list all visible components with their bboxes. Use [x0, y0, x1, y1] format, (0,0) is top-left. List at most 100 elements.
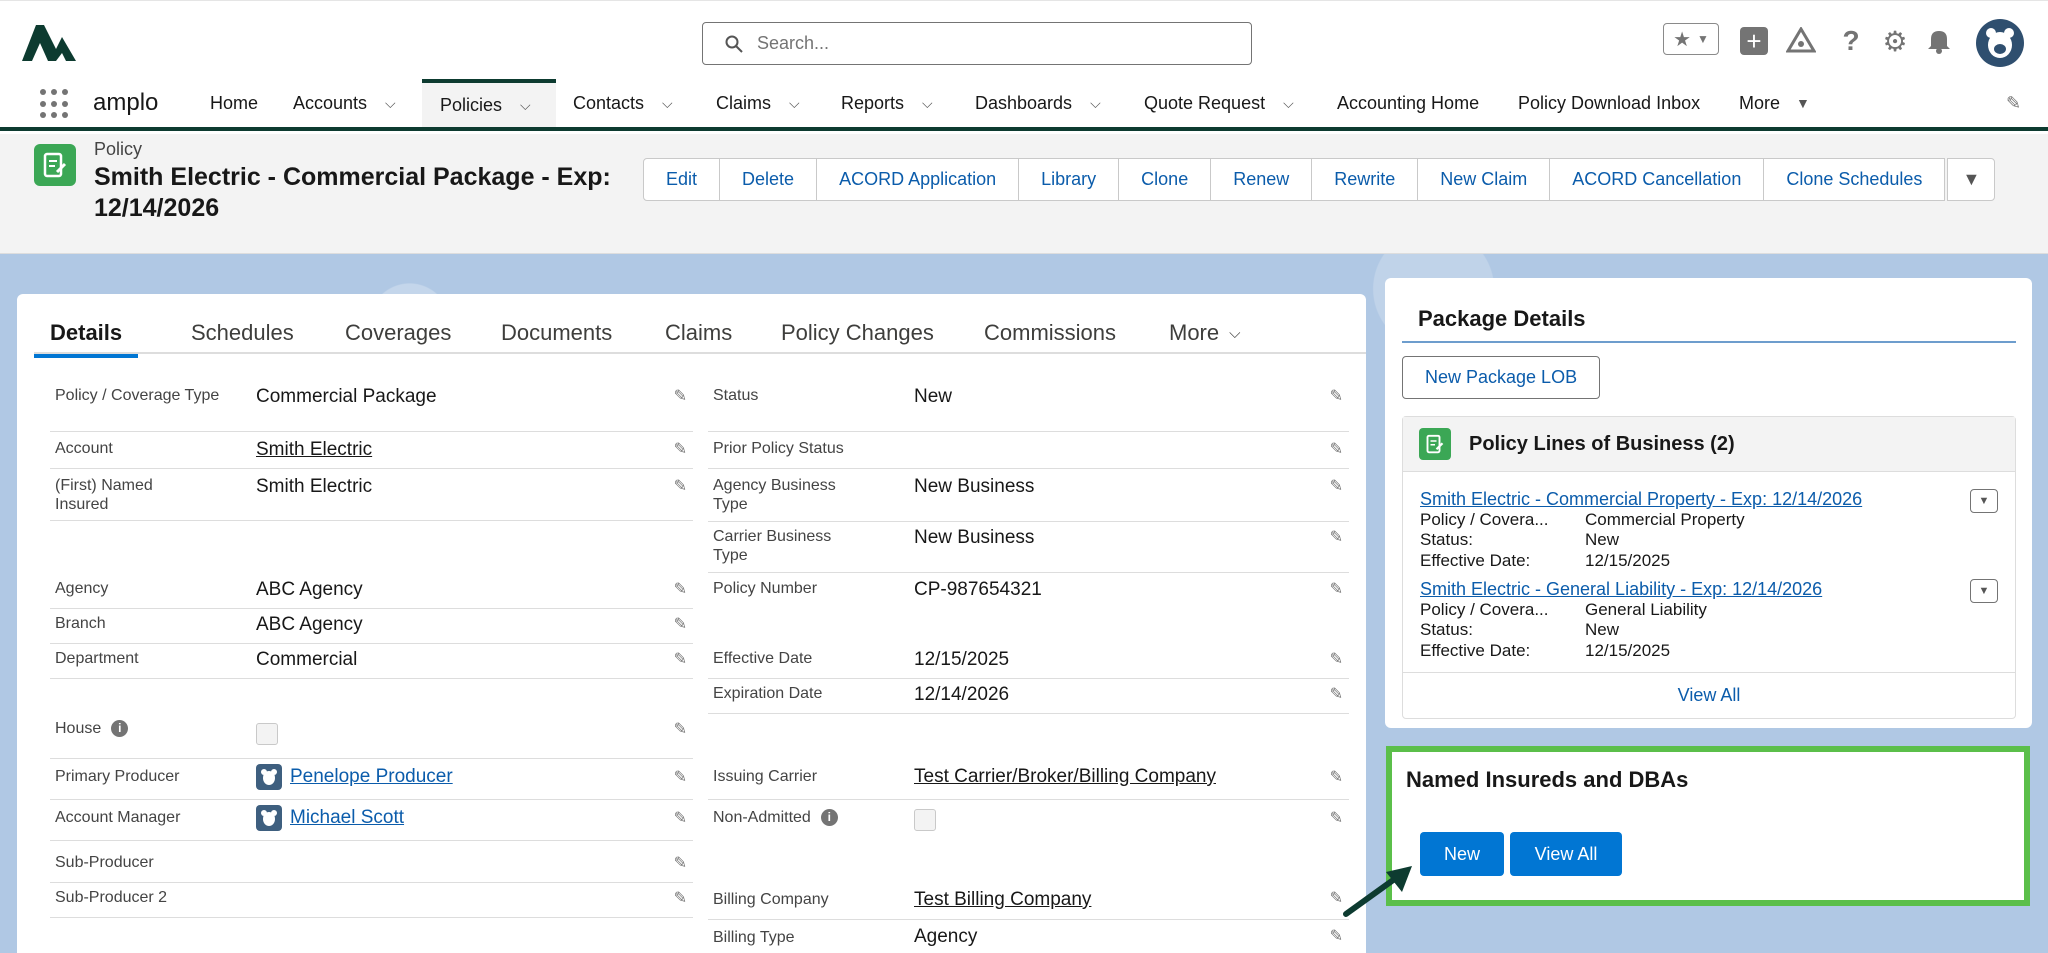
gear-icon[interactable]: ⚙: [1880, 25, 1910, 57]
acord-application-button[interactable]: ACORD Application: [817, 158, 1020, 201]
nav-item-dashboards[interactable]: Dashboards ⌵: [975, 79, 1101, 127]
nav-item-claims[interactable]: Claims ⌵: [716, 79, 800, 127]
nav-item-accounting-home[interactable]: Accounting Home: [1337, 79, 1479, 127]
trailhead-icon[interactable]: [1786, 25, 1816, 55]
edit-pencil-icon[interactable]: ✎: [1330, 579, 1343, 599]
library-button[interactable]: Library: [1019, 158, 1120, 201]
edit-pencil-icon[interactable]: ✎: [674, 386, 687, 406]
edit-pencil-icon[interactable]: ✎: [1330, 808, 1343, 828]
edit-pencil-icon[interactable]: ✎: [674, 476, 687, 496]
nav-item-policies[interactable]: Policies ⌵: [422, 79, 556, 127]
chevron-down-icon[interactable]: ⌵: [1283, 95, 1294, 112]
nav-item-accounts[interactable]: Accounts ⌵: [293, 79, 396, 127]
new-claim-button[interactable]: New Claim: [1418, 158, 1551, 201]
rewrite-button[interactable]: Rewrite: [1312, 158, 1419, 201]
chevron-down-icon[interactable]: ⌵: [520, 97, 531, 114]
edit-pencil-icon[interactable]: ✎: [674, 439, 687, 459]
lob-link[interactable]: Smith Electric - General Liability - Exp…: [1420, 579, 2000, 600]
clone-schedules-button[interactable]: Clone Schedules: [1764, 158, 1946, 201]
chevron-down-icon[interactable]: ⌵: [789, 95, 800, 112]
edit-pencil-icon[interactable]: ✎: [1330, 439, 1343, 459]
lob-link[interactable]: Smith Electric - Commercial Property - E…: [1420, 489, 2000, 510]
app-nav-bar: amplo Home Accounts ⌵ Policies ⌵ Contacts ⌵…: [0, 79, 2048, 131]
nav-item-policy-download-inbox[interactable]: Policy Download Inbox: [1518, 79, 1700, 127]
new-package-lob-button[interactable]: New Package LOB: [1402, 356, 1601, 399]
tab-documents[interactable]: Documents: [501, 312, 612, 354]
field-value: CP-987654321: [914, 579, 1042, 600]
chevron-down-icon[interactable]: ⌵: [662, 95, 673, 112]
info-icon[interactable]: i: [111, 720, 129, 738]
acord-cancellation-button[interactable]: ACORD Cancellation: [1550, 158, 1765, 201]
list-item: Smith Electric - General Liability - Exp…: [1420, 579, 2000, 661]
tab-commissions[interactable]: Commissions: [984, 312, 1116, 354]
delete-button[interactable]: Delete: [720, 158, 818, 201]
nav-item-more[interactable]: More ▼: [1739, 79, 1810, 127]
favorites-button[interactable]: ★ ▼: [1663, 23, 1719, 55]
non-admitted-checkbox[interactable]: [914, 809, 936, 831]
edit-pencil-icon[interactable]: ✎: [674, 579, 687, 599]
new-button[interactable]: New: [1420, 832, 1504, 876]
account-manager-link[interactable]: Michael Scott: [290, 807, 404, 828]
tab-claims[interactable]: Claims: [665, 312, 732, 354]
edit-pencil-icon[interactable]: ✎: [674, 888, 687, 908]
view-all-button[interactable]: View All: [1510, 832, 1622, 876]
global-search[interactable]: Search...: [702, 22, 1252, 65]
edit-pencil-icon[interactable]: ✎: [1330, 767, 1343, 787]
chevron-down-icon[interactable]: ⌵: [1090, 95, 1101, 112]
global-header: Search... ★ ▼ + ? ⚙: [0, 0, 2048, 80]
house-checkbox[interactable]: [256, 723, 278, 745]
user-avatar[interactable]: [1976, 19, 2024, 67]
view-all-link[interactable]: View All: [1403, 672, 2015, 718]
info-icon[interactable]: i: [820, 809, 838, 827]
edit-nav-pencil-icon[interactable]: ✎: [2006, 93, 2021, 114]
edit-pencil-icon[interactable]: ✎: [1330, 926, 1343, 946]
field-label: Agency Business Type: [713, 477, 836, 513]
search-icon: [725, 35, 743, 53]
nav-item-home[interactable]: Home: [210, 79, 258, 127]
tab-coverages[interactable]: Coverages: [345, 312, 451, 354]
field-label: Carrier Business Type: [713, 528, 832, 564]
nav-item-reports[interactable]: Reports ⌵: [841, 79, 933, 127]
account-link[interactable]: Smith Electric: [256, 439, 372, 461]
field-policy-type: Policy / Coverage Type Commercial Packag…: [50, 386, 693, 432]
nav-item-quote-request[interactable]: Quote Request ⌵: [1144, 79, 1294, 127]
edit-pencil-icon[interactable]: ✎: [1330, 527, 1343, 547]
tab-schedules[interactable]: Schedules: [191, 312, 294, 354]
app-launcher-icon[interactable]: [40, 89, 70, 119]
row-actions-dropdown[interactable]: ▼: [1970, 579, 1998, 603]
chevron-down-icon[interactable]: ⌵: [385, 95, 396, 112]
tab-details[interactable]: Details: [34, 312, 139, 358]
edit-pencil-icon[interactable]: ✎: [674, 767, 687, 787]
edit-pencil-icon[interactable]: ✎: [674, 808, 687, 828]
clone-button[interactable]: Clone: [1119, 158, 1212, 201]
caret-down-icon: ▼: [1962, 169, 1981, 189]
issuing-carrier-link[interactable]: Test Carrier/Broker/Billing Company: [914, 766, 1216, 788]
billing-company-link[interactable]: Test Billing Company: [914, 889, 1091, 911]
field-label: Account: [55, 440, 113, 457]
edit-pencil-icon[interactable]: ✎: [1330, 386, 1343, 406]
help-icon[interactable]: ?: [1836, 25, 1866, 57]
edit-pencil-icon[interactable]: ✎: [1330, 684, 1343, 704]
edit-pencil-icon[interactable]: ✎: [674, 649, 687, 669]
chevron-down-icon[interactable]: ⌵: [922, 95, 933, 112]
renew-button[interactable]: Renew: [1211, 158, 1313, 201]
field-value: ABC Agency: [256, 579, 363, 600]
nav-item-contacts[interactable]: Contacts ⌵: [573, 79, 673, 127]
edit-button[interactable]: Edit: [643, 158, 721, 201]
nav-item-label: Home: [210, 92, 259, 113]
edit-pencil-icon[interactable]: ✎: [674, 719, 687, 739]
field-label: House: [55, 720, 102, 737]
edit-pencil-icon[interactable]: ✎: [674, 614, 687, 634]
primary-producer-link[interactable]: Penelope Producer: [290, 766, 453, 787]
amplo-logo[interactable]: [22, 25, 76, 61]
caret-down-icon: ▼: [1978, 495, 1990, 507]
edit-pencil-icon[interactable]: ✎: [674, 853, 687, 873]
more-actions-dropdown[interactable]: ▼: [1947, 158, 1996, 201]
notification-bell-icon[interactable]: [1924, 25, 1954, 57]
edit-pencil-icon[interactable]: ✎: [1330, 649, 1343, 669]
edit-pencil-icon[interactable]: ✎: [1330, 476, 1343, 496]
global-create-icon[interactable]: +: [1740, 26, 1768, 56]
tab-more[interactable]: More ⌵: [1169, 312, 1241, 354]
tab-policy-changes[interactable]: Policy Changes: [781, 312, 934, 354]
row-actions-dropdown[interactable]: ▼: [1970, 489, 1998, 513]
